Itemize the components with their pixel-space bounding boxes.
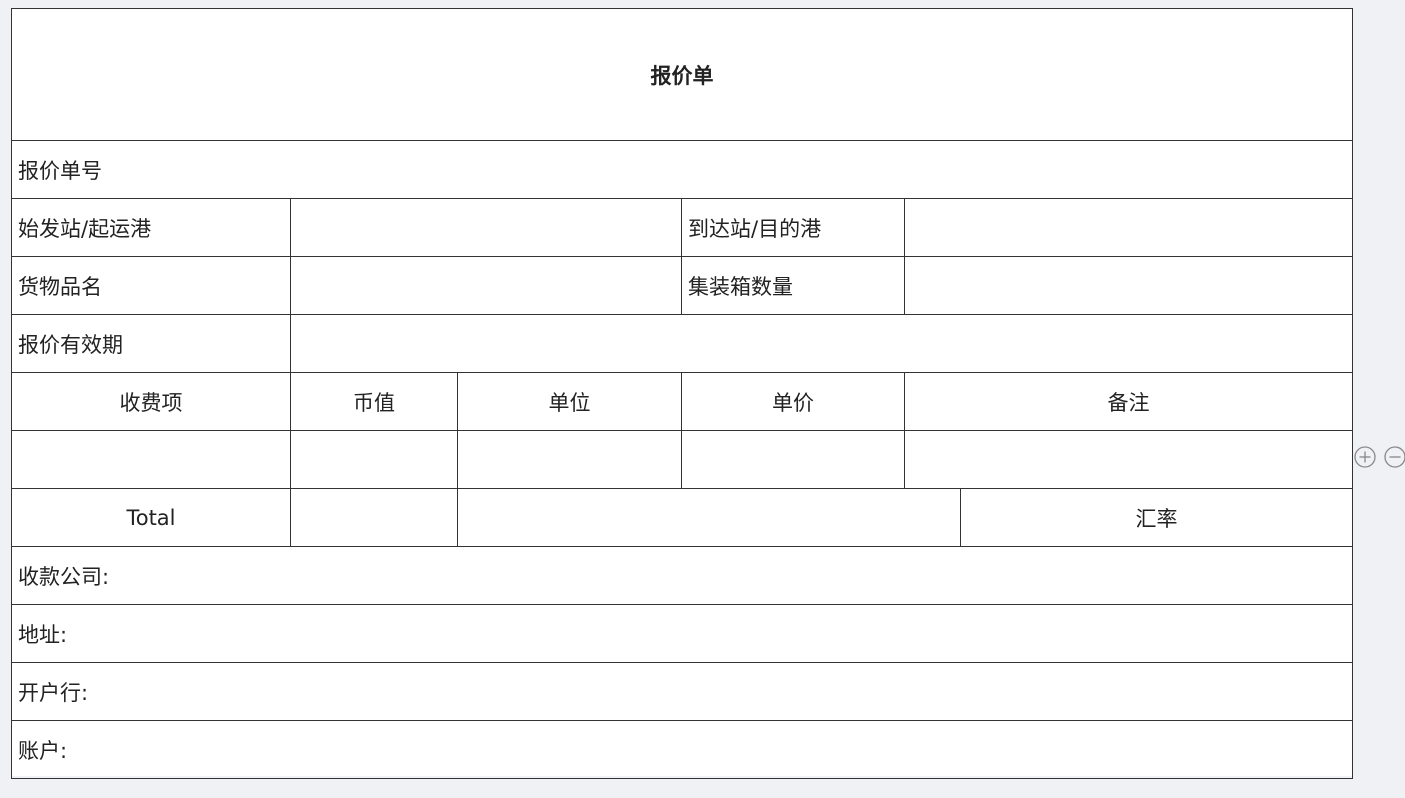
account-field[interactable]: 账户: <box>10 720 1354 779</box>
fee-header-unit-price: 单价 <box>681 372 905 431</box>
fee-header-row: 收费项 币值 单位 单价 备注 <box>11 372 1354 431</box>
quotation-sheet: 报价单 报价单号 始发站/起运港 到达站/目的港 货物品名 集装箱数量 报价有效… <box>10 8 1354 779</box>
validity-field[interactable] <box>289 314 1354 373</box>
row-tools <box>1353 445 1405 471</box>
destination-label: 到达站/目的港 <box>681 198 905 257</box>
cargo-name-label: 货物品名 <box>11 256 291 315</box>
fee-unit-price-cell[interactable] <box>681 430 905 489</box>
payee-company-field[interactable]: 收款公司: <box>10 546 1354 605</box>
minus-circle-icon[interactable] <box>1383 445 1405 469</box>
validity-label: 报价有效期 <box>11 314 291 373</box>
total-row: Total 汇率 <box>11 488 1354 547</box>
cargo-name-field[interactable] <box>290 256 682 315</box>
total-amount-cell[interactable] <box>457 488 961 547</box>
address-field[interactable]: 地址: <box>10 604 1354 663</box>
quotation-table: 报价单 报价单号 始发站/起运港 到达站/目的港 货物品名 集装箱数量 报价有效… <box>10 8 1354 779</box>
fee-header-item: 收费项 <box>11 372 291 431</box>
plus-circle-icon[interactable] <box>1353 445 1377 469</box>
fee-header-unit: 单位 <box>457 372 682 431</box>
fee-remark-cell[interactable] <box>903 430 1354 489</box>
container-qty-label: 集装箱数量 <box>681 256 905 315</box>
page-title: 报价单 <box>10 8 1354 141</box>
total-currency-cell[interactable] <box>290 488 458 547</box>
total-label: Total <box>11 488 291 547</box>
fee-header-remark: 备注 <box>903 372 1354 431</box>
fee-data-row <box>11 430 1354 489</box>
fee-header-currency: 币值 <box>290 372 458 431</box>
destination-field[interactable] <box>903 198 1354 257</box>
exchange-rate-label[interactable]: 汇率 <box>959 488 1354 547</box>
fee-item-cell[interactable] <box>11 430 291 489</box>
origin-field[interactable] <box>290 198 682 257</box>
container-qty-field[interactable] <box>903 256 1354 315</box>
origin-label: 始发站/起运港 <box>11 198 291 257</box>
fee-currency-cell[interactable] <box>290 430 458 489</box>
bank-field[interactable]: 开户行: <box>10 662 1354 721</box>
quote-number-label[interactable]: 报价单号 <box>10 140 1354 199</box>
fee-unit-cell[interactable] <box>457 430 682 489</box>
